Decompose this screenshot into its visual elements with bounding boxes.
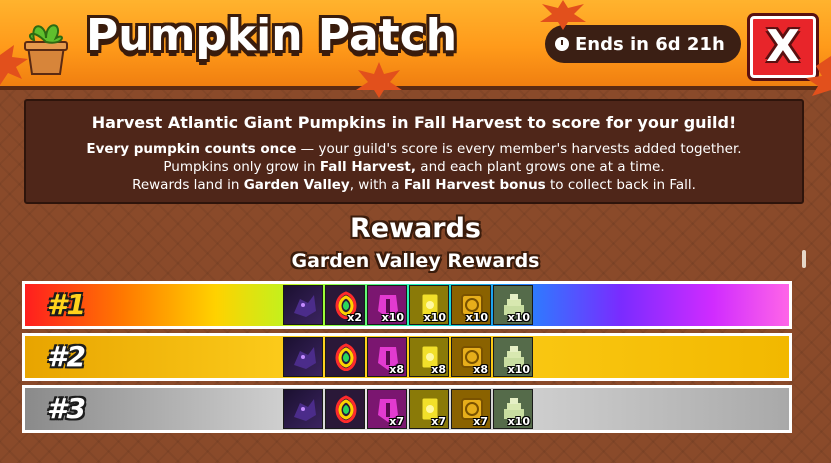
item-count: x10 bbox=[507, 363, 530, 376]
item-count: x10 bbox=[381, 311, 404, 324]
reward-item-slot[interactable]: x2 bbox=[325, 285, 365, 325]
description-text: Every pumpkin counts once — your guild's… bbox=[26, 140, 802, 194]
rank-label: #1 bbox=[47, 288, 86, 321]
reward-item-slot[interactable]: x7 bbox=[451, 389, 491, 429]
reward-item-slot[interactable] bbox=[325, 389, 365, 429]
reward-item-slot[interactable]: x10 bbox=[409, 285, 449, 325]
reward-row: #2 x8 x8 x8 x10 bbox=[22, 333, 792, 381]
item-count: x8 bbox=[389, 363, 404, 376]
reward-item-slot[interactable] bbox=[325, 337, 365, 377]
description-bold: Garden Valley bbox=[243, 177, 350, 193]
reward-row: #3 x7 x7 x7 x10 bbox=[22, 385, 792, 433]
description-bold: Fall Harvest, bbox=[319, 159, 416, 175]
item-count: x8 bbox=[431, 363, 446, 376]
rank-label: #2 bbox=[47, 340, 86, 373]
shadow-creature-icon bbox=[294, 399, 316, 421]
shadow-creature-icon bbox=[294, 295, 316, 317]
timer-text: Ends in 6d 21h bbox=[575, 33, 725, 55]
description-line: , with a bbox=[349, 177, 404, 193]
item-count: x2 bbox=[347, 311, 362, 324]
reward-item-slot[interactable] bbox=[283, 285, 323, 325]
close-icon: X bbox=[766, 21, 800, 72]
item-count: x10 bbox=[465, 311, 488, 324]
description-bold: Fall Harvest bonus bbox=[403, 177, 546, 193]
description-line: Pumpkins only grow in bbox=[163, 159, 320, 175]
scrollbar[interactable] bbox=[802, 250, 806, 268]
rank-label: #3 bbox=[47, 392, 86, 425]
item-count: x10 bbox=[423, 311, 446, 324]
item-count: x7 bbox=[431, 415, 446, 428]
maple-leaf-icon bbox=[540, 0, 586, 30]
event-timer: Ends in 6d 21h bbox=[545, 25, 741, 63]
item-count: x8 bbox=[473, 363, 488, 376]
reward-items: x8 x8 x8 x10 bbox=[283, 337, 533, 377]
clock-icon bbox=[555, 37, 569, 51]
reward-row: #1 x2 x10 x10 x10 x10 bbox=[22, 281, 792, 329]
shadow-creature-icon bbox=[294, 347, 316, 369]
pumpkin-patch-window: Pumpkin Patch Ends in 6d 21h X Harvest A… bbox=[0, 0, 831, 463]
reward-item-slot[interactable]: x8 bbox=[451, 337, 491, 377]
rainbow-pet-icon bbox=[335, 343, 357, 371]
item-count: x10 bbox=[507, 415, 530, 428]
reward-item-slot[interactable]: x8 bbox=[409, 337, 449, 377]
header-bar: Pumpkin Patch Ends in 6d 21h X bbox=[0, 0, 831, 90]
reward-item-slot[interactable]: x8 bbox=[367, 337, 407, 377]
reward-item-slot[interactable]: x10 bbox=[367, 285, 407, 325]
description-line: and each plant grows one at a time. bbox=[416, 159, 665, 175]
maple-leaf-icon bbox=[0, 45, 28, 85]
description-line: Rewards land in bbox=[132, 177, 244, 193]
maple-leaf-icon bbox=[806, 56, 831, 96]
reward-item-slot[interactable]: x10 bbox=[493, 337, 533, 377]
reward-items: x2 x10 x10 x10 x10 bbox=[283, 285, 533, 325]
event-description-panel: Harvest Atlantic Giant Pumpkins in Fall … bbox=[24, 99, 804, 204]
description-line: — your guild's score is every member's h… bbox=[296, 141, 742, 157]
description-line: to collect back in Fall. bbox=[545, 177, 696, 193]
reward-item-slot[interactable]: x7 bbox=[367, 389, 407, 429]
description-bold: Every pumpkin counts once bbox=[86, 141, 297, 157]
reward-items: x7 x7 x7 x10 bbox=[283, 389, 533, 429]
reward-item-slot[interactable]: x7 bbox=[409, 389, 449, 429]
rainbow-pet-icon bbox=[335, 395, 357, 423]
reward-item-slot[interactable]: x10 bbox=[493, 285, 533, 325]
reward-item-slot[interactable]: x10 bbox=[493, 389, 533, 429]
rewards-subheading: Garden Valley Rewards bbox=[291, 250, 540, 272]
page-title: Pumpkin Patch bbox=[86, 10, 458, 61]
item-count: x7 bbox=[473, 415, 488, 428]
reward-item-slot[interactable]: x10 bbox=[451, 285, 491, 325]
item-count: x10 bbox=[507, 311, 530, 324]
maple-leaf-icon bbox=[356, 62, 402, 98]
description-heading: Harvest Atlantic Giant Pumpkins in Fall … bbox=[91, 113, 737, 132]
reward-item-slot[interactable] bbox=[283, 389, 323, 429]
reward-item-slot[interactable] bbox=[283, 337, 323, 377]
rewards-heading: Rewards bbox=[350, 213, 481, 244]
item-count: x7 bbox=[389, 415, 404, 428]
